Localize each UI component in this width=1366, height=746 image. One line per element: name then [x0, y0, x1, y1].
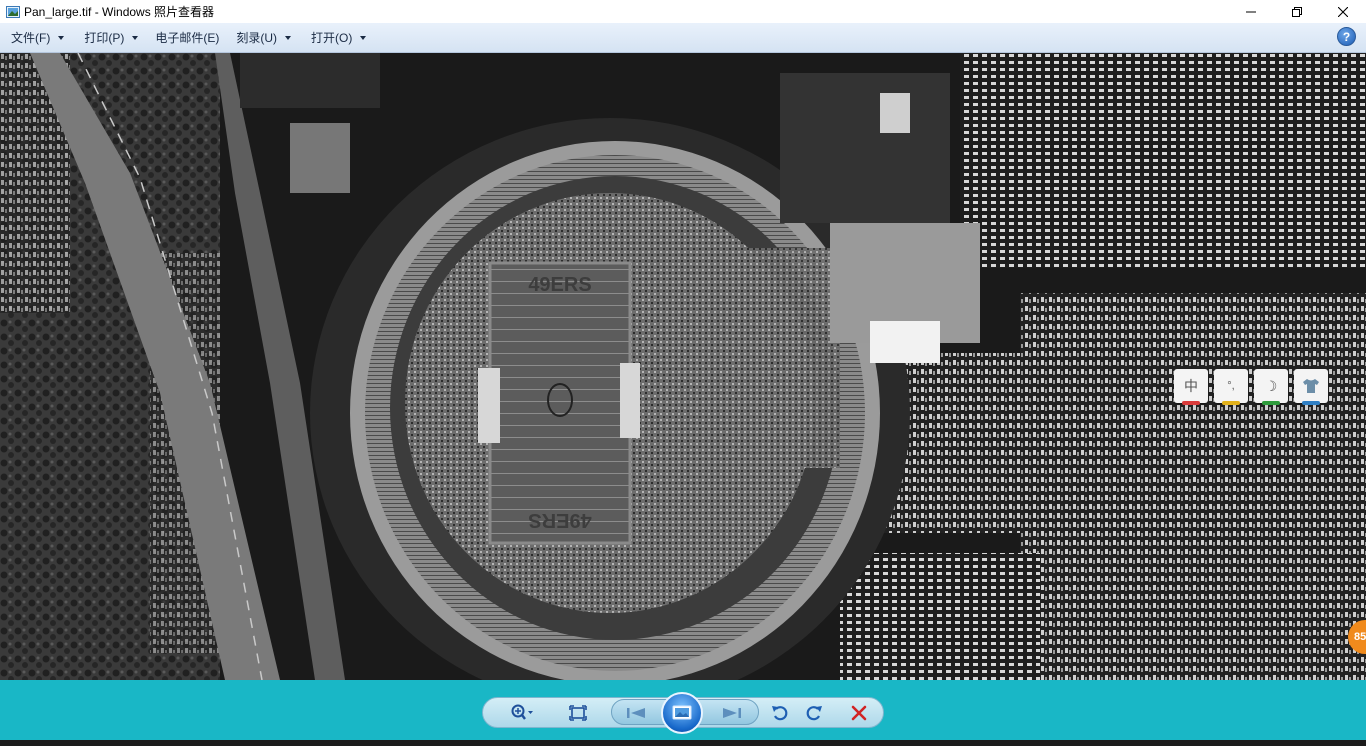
- menu-open-label: 打开(O): [311, 31, 353, 45]
- color-indicator: [1222, 401, 1240, 405]
- rotate-ccw-button[interactable]: [768, 703, 792, 723]
- field-endzone-text-top: 49ERS: [528, 274, 591, 296]
- chinese-input-icon: 中: [1184, 378, 1198, 394]
- menu-burn-label: 刻录(U): [236, 31, 277, 45]
- next-icon: [723, 708, 741, 718]
- dropdown-arrow-icon: [285, 35, 291, 40]
- window-controls: [1228, 0, 1366, 23]
- previous-icon: [627, 708, 645, 718]
- window-title: Pan_large.tif - Windows 照片查看器: [24, 5, 215, 19]
- tshirt-icon: [1303, 379, 1319, 393]
- color-indicator: [1182, 401, 1200, 405]
- menu-open[interactable]: 打开(O): [306, 27, 372, 49]
- slideshow-icon: [672, 705, 692, 720]
- restore-button[interactable]: [1274, 0, 1320, 23]
- dropdown-arrow-icon: [58, 35, 65, 40]
- ime-chinese-button[interactable]: 中: [1174, 369, 1208, 405]
- dropdown-arrow-icon: [360, 35, 367, 40]
- menu-print[interactable]: 打印(P): [79, 27, 144, 49]
- menu-file-label: 文件(F): [11, 31, 51, 45]
- rotate-cw-button[interactable]: [802, 703, 826, 723]
- photo-viewer-app-icon: [6, 5, 20, 19]
- stadium-aerial-image: 49ERS 49ERS: [0, 53, 1366, 680]
- menu-email[interactable]: 电子邮件(E): [150, 27, 225, 49]
- ime-skin-button[interactable]: [1294, 369, 1328, 405]
- actual-size-button[interactable]: [566, 703, 590, 723]
- ime-moon-button[interactable]: ☽: [1254, 369, 1288, 405]
- menu-bar: 文件(F) 打印(P) 电子邮件(E) 刻录(U) 打开(O) ?: [0, 23, 1366, 53]
- zoom-button[interactable]: [510, 703, 534, 723]
- menu-email-label: 电子邮件(E): [155, 31, 220, 45]
- help-button[interactable]: ?: [1337, 27, 1356, 46]
- viewer-control-bar: [0, 680, 1366, 740]
- moon-icon: ☽: [1264, 377, 1278, 394]
- actual-size-icon: [569, 705, 587, 721]
- rotate-cw-icon: [806, 706, 822, 721]
- delete-icon: [851, 705, 867, 721]
- taskbar-edge: [0, 740, 1366, 746]
- zoom-icon: [511, 704, 533, 720]
- color-indicator: [1302, 401, 1320, 405]
- image-viewport[interactable]: 49ERS 49ERS 中 °, ☽ 85: [0, 53, 1366, 680]
- next-button[interactable]: [720, 703, 744, 723]
- previous-button[interactable]: [624, 703, 648, 723]
- close-button[interactable]: [1320, 0, 1366, 23]
- minimize-button[interactable]: [1228, 0, 1274, 23]
- help-icon: ?: [1342, 29, 1351, 44]
- title-bar: Pan_large.tif - Windows 照片查看器: [0, 0, 1366, 23]
- restore-icon: [1292, 6, 1302, 17]
- floating-ime-toolbar: 中 °, ☽: [1174, 369, 1328, 405]
- field-endzone-text-bottom: 49ERS: [528, 509, 591, 531]
- slideshow-button[interactable]: [661, 692, 703, 734]
- menu-burn[interactable]: 刻录(U): [231, 27, 297, 49]
- menu-file[interactable]: 文件(F): [6, 27, 70, 49]
- close-icon: [1338, 6, 1348, 17]
- badge-count: 85: [1354, 631, 1366, 643]
- color-indicator: [1262, 401, 1280, 405]
- dropdown-arrow-icon: [132, 35, 139, 40]
- ime-punctuation-button[interactable]: °,: [1214, 369, 1248, 405]
- delete-button[interactable]: [847, 703, 871, 723]
- menu-print-label: 打印(P): [84, 31, 125, 45]
- minimize-icon: [1246, 11, 1256, 12]
- rotate-ccw-icon: [772, 706, 788, 721]
- punctuation-icon: °,: [1227, 380, 1235, 392]
